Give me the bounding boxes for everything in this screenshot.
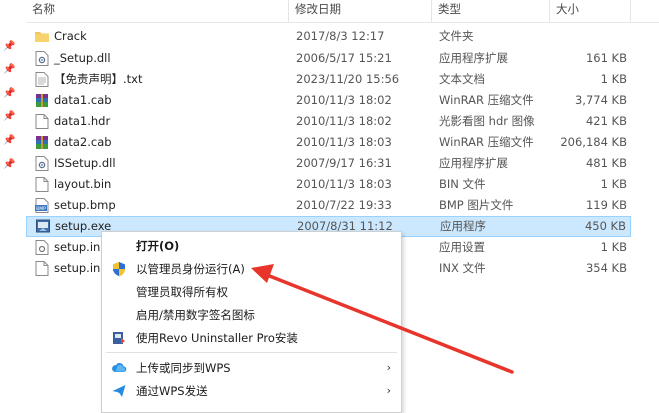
pin-icon[interactable]: 📌 — [3, 65, 15, 75]
column-header: 名称 修改日期 类型 大小 — [26, 0, 659, 23]
winrar-archive-icon — [36, 94, 48, 107]
generic-file-icon — [35, 114, 49, 129]
setup-exe-icon — [36, 219, 50, 233]
context-menu: 打开(O) 以管理员身份运行(A) 管理员取得所有权 启用/禁用数字签名图标 使… — [101, 231, 402, 413]
pin-icon[interactable]: 📌 — [3, 112, 15, 122]
wps-cloud-icon — [112, 363, 127, 372]
revo-uninstaller-icon — [113, 332, 125, 344]
file-row-crack[interactable]: Crack 2017/8/3 12:17 文件夹 — [26, 26, 631, 47]
pin-icon[interactable]: 📌 — [3, 42, 15, 52]
file-row-data2-cab[interactable]: data2.cab 2010/11/3 18:03 WinRAR 压缩文件 20… — [26, 132, 631, 153]
column-name[interactable]: 名称 — [26, 0, 288, 22]
file-row-setup-dll[interactable]: _Setup.dll 2006/5/17 15:21 应用程序扩展 161 KB — [26, 48, 631, 69]
navigation-pane: 📌 📌 📌 📌 📌 📌 — [0, 0, 26, 413]
settings-file-icon — [35, 240, 49, 255]
file-row-data1-cab[interactable]: data1.cab 2010/11/3 18:02 WinRAR 压缩文件 3,… — [26, 90, 631, 111]
svg-text:BMP: BMP — [36, 206, 46, 212]
text-file-icon — [35, 72, 49, 87]
column-divider[interactable] — [630, 0, 631, 22]
dll-file-icon — [35, 156, 49, 171]
generic-file-icon — [35, 177, 49, 192]
chevron-right-icon: › — [386, 384, 391, 397]
generic-file-icon — [35, 261, 49, 276]
wps-send-icon — [112, 385, 126, 397]
file-row-setup-bmp[interactable]: BMP setup.bmp 2010/7/22 19:33 BMP 图片文件 1… — [26, 195, 631, 216]
menu-item-wps-upload[interactable]: 上传或同步到WPS › — [102, 357, 401, 379]
pin-icon[interactable]: 📌 — [3, 160, 15, 170]
pin-icon[interactable]: 📌 — [3, 136, 15, 146]
dll-file-icon — [35, 51, 49, 66]
winrar-archive-icon — [36, 136, 48, 149]
bmp-file-icon: BMP — [35, 198, 49, 213]
file-row-layout-bin[interactable]: layout.bin 2010/11/3 18:03 BIN 文件 1 KB — [26, 174, 631, 195]
menu-separator — [106, 352, 397, 353]
file-row-disclaimer-txt[interactable]: 【免责声明】.txt 2023/11/20 15:56 文本文档 1 KB — [26, 69, 631, 90]
menu-item-take-ownership[interactable]: 管理员取得所有权 — [102, 281, 401, 303]
menu-item-toggle-signature-icon[interactable]: 启用/禁用数字签名图标 — [102, 304, 401, 326]
column-size[interactable]: 大小 — [550, 0, 630, 22]
file-row-data1-hdr[interactable]: data1.hdr 2010/11/3 18:02 光影看图 hdr 图像 42… — [26, 111, 631, 132]
menu-item-run-as-admin[interactable]: 以管理员身份运行(A) — [102, 258, 401, 280]
chevron-right-icon: › — [386, 361, 391, 374]
menu-item-revo-uninstaller[interactable]: 使用Revo Uninstaller Pro安装 — [102, 327, 401, 349]
column-date[interactable]: 修改日期 — [289, 0, 431, 22]
menu-item-open[interactable]: 打开(O) — [102, 235, 401, 257]
folder-icon — [35, 32, 49, 42]
pin-icon[interactable]: 📌 — [3, 89, 15, 99]
column-type[interactable]: 类型 — [432, 0, 549, 22]
menu-item-wps-send[interactable]: 通过WPS发送 › — [102, 380, 401, 402]
file-row-issetup-dll[interactable]: ISSetup.dll 2007/9/17 16:31 应用程序扩展 481 K… — [26, 153, 631, 174]
uac-shield-icon — [113, 262, 125, 277]
